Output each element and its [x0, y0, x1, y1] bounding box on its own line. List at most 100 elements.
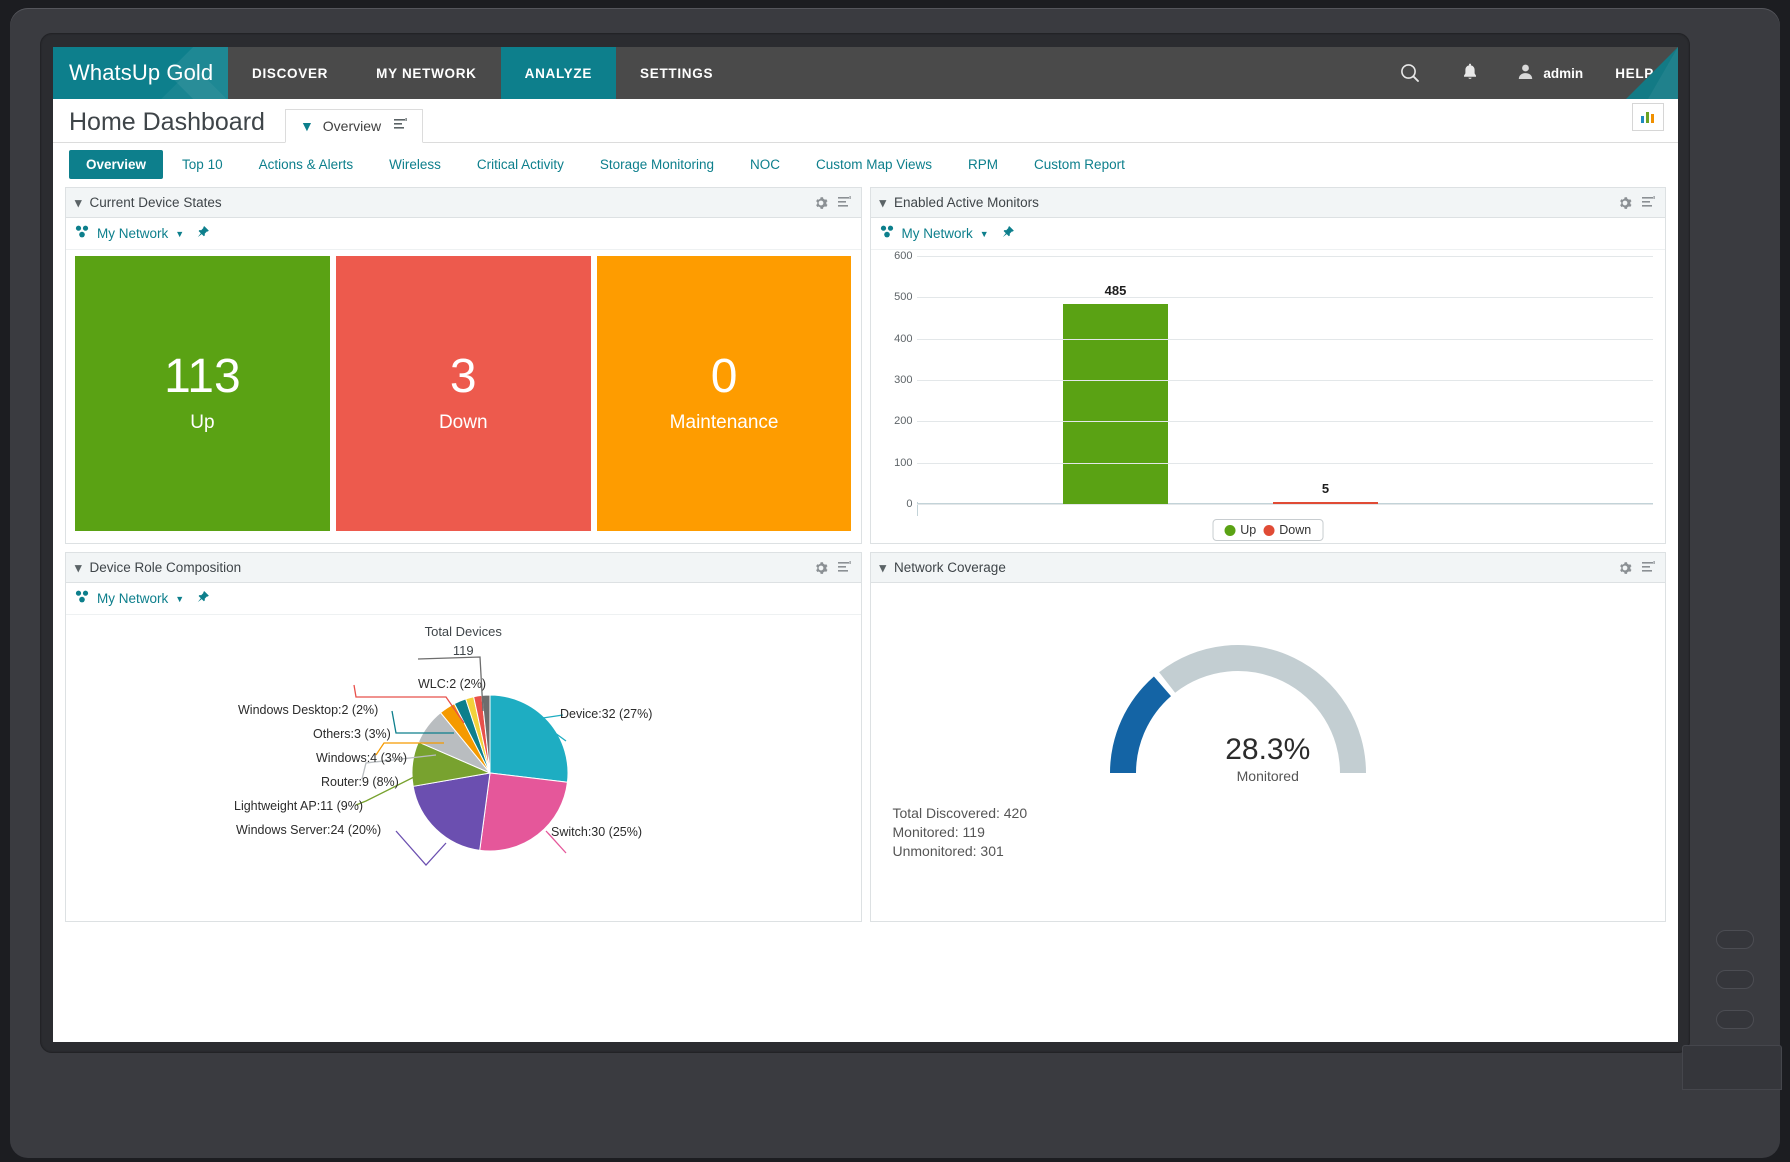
pin-icon[interactable] — [195, 590, 209, 607]
tile-up[interactable]: 113 Up — [75, 256, 330, 531]
scope-selector-active-monitors[interactable]: My Network ▼ — [870, 218, 1665, 250]
chevron-down-icon[interactable]: ▼ — [175, 229, 184, 239]
subtab-overview[interactable]: Overview — [69, 149, 164, 179]
gridline-100 — [916, 462, 1653, 464]
subtab-rpm[interactable]: RPM — [951, 150, 1015, 179]
legend-label-down: Down — [1279, 523, 1312, 537]
collapse-chevron-icon[interactable]: ▾ — [75, 195, 82, 211]
subtab-custom-report[interactable]: Custom Report — [1017, 150, 1142, 179]
page-title: Home Dashboard — [69, 108, 265, 136]
panel-header: ▾ Network Coverage — [870, 553, 1665, 583]
pie-label-router: Router:9 (8%) — [321, 775, 399, 789]
gear-icon[interactable] — [1618, 196, 1632, 210]
nav-item-settings[interactable]: SETTINGS — [616, 47, 737, 99]
nav-item-my-network[interactable]: MY NETWORK — [352, 47, 501, 99]
tile-maintenance[interactable]: 0 Maintenance — [596, 256, 852, 531]
panel-menu-icon[interactable] — [1642, 561, 1656, 574]
panel-header: ▾ Device Role Composition — [66, 553, 861, 583]
gridline-400 — [916, 338, 1653, 340]
tab-menu-icon[interactable] — [394, 118, 408, 134]
bell-icon[interactable] — [1441, 47, 1499, 99]
device-state-tiles: 113 Up 3 Down 0 Maintenance — [66, 250, 861, 543]
pin-icon[interactable] — [1000, 225, 1014, 242]
scope-selector-device-states[interactable]: My Network ▼ — [66, 218, 861, 250]
stat-total-discovered: Total Discovered: 420 — [892, 805, 1028, 822]
bar-up-value-label: 485 — [1104, 282, 1127, 298]
gridline-500 — [916, 297, 1653, 299]
dashboard-title-row: Home Dashboard ▼ Overview — [53, 99, 1678, 143]
panel-device-role-composition: ▾ Device Role Composition My Network ▼ T… — [65, 552, 862, 922]
dashboard-grid: ▾ Current Device States My Network ▼ 113… — [53, 185, 1678, 922]
gear-icon[interactable] — [1618, 561, 1632, 575]
panel-enabled-active-monitors: ▾ Enabled Active Monitors My Network ▼ 4… — [869, 187, 1666, 544]
subtab-wireless[interactable]: Wireless — [372, 150, 458, 179]
subtab-critical-activity[interactable]: Critical Activity — [460, 150, 581, 179]
collapse-chevron-icon[interactable]: ▾ — [75, 560, 82, 576]
pin-icon[interactable] — [195, 225, 209, 242]
pie-label-lightweight-ap: Lightweight AP:11 (9%) — [234, 799, 364, 813]
bar-down-value-label: 5 — [1321, 480, 1330, 496]
legend-item-down[interactable]: Down — [1263, 523, 1311, 537]
stat-monitored: Monitored: 119 — [892, 824, 985, 841]
panel-current-device-states: ▾ Current Device States My Network ▼ 113… — [65, 187, 862, 544]
panel-title: Enabled Active Monitors — [894, 195, 1039, 210]
subtab-custom-map-views[interactable]: Custom Map Views — [799, 150, 949, 179]
panel-menu-icon[interactable] — [1642, 196, 1656, 209]
y-axis-tick-600: 600 — [894, 250, 913, 262]
user-menu[interactable]: admin — [1499, 47, 1601, 99]
legend-dot-down — [1263, 524, 1275, 536]
y-axis-tick-0: 0 — [906, 498, 913, 510]
panel-title: Current Device States — [89, 195, 222, 210]
chevron-down-icon[interactable]: ▼ — [980, 229, 989, 239]
pie-leader-line — [395, 830, 447, 866]
bar-chart-legend: Up Down — [1212, 519, 1324, 541]
tile-down[interactable]: 3 Down — [335, 256, 591, 531]
top-navigation-bar: WhatsUp Gold DISCOVER MY NETWORK ANALYZE… — [53, 47, 1678, 99]
monitor-button-1[interactable] — [1716, 930, 1754, 949]
dashboard-tab-overview[interactable]: ▼ Overview — [284, 109, 424, 143]
stat-unmonitored: Unmonitored: 301 — [892, 843, 1004, 860]
app-brand[interactable]: WhatsUp Gold — [53, 47, 228, 99]
network-icon — [75, 590, 90, 608]
gridline-300 — [916, 380, 1653, 381]
subtab-storage-monitoring[interactable]: Storage Monitoring — [583, 150, 731, 179]
subtab-top-10[interactable]: Top 10 — [165, 150, 240, 179]
chart-view-button[interactable] — [1632, 103, 1664, 131]
pie-slice-device[interactable] — [489, 694, 569, 783]
tile-down-value: 3 — [449, 350, 477, 403]
search-icon[interactable] — [1379, 47, 1441, 99]
chevron-down-icon[interactable]: ▼ — [175, 594, 184, 604]
tile-maintenance-value: 0 — [710, 350, 738, 403]
scope-label[interactable]: My Network — [97, 591, 168, 606]
gear-icon[interactable] — [814, 196, 828, 210]
collapse-chevron-icon[interactable]: ▾ — [880, 560, 887, 576]
nav-item-discover[interactable]: DISCOVER — [228, 47, 352, 99]
bar-up[interactable] — [1062, 303, 1168, 504]
chart-enabled-active-monitors: 485 5 0 100 200 300 400 500 600 Up Down — [871, 250, 1666, 543]
subtab-noc[interactable]: NOC — [733, 150, 797, 179]
gridline-200 — [916, 421, 1653, 423]
pie-svg — [353, 656, 569, 866]
nav-item-analyze[interactable]: ANALYZE — [500, 47, 617, 99]
dashboard-tab-label: Overview — [322, 118, 382, 134]
y-axis-tick-500: 500 — [894, 291, 913, 304]
panel-menu-icon[interactable] — [837, 561, 852, 574]
monitor-frame: WhatsUp Gold DISCOVER MY NETWORK ANALYZE… — [0, 0, 1790, 1162]
chevron-down-icon: ▼ — [299, 118, 314, 134]
panel-menu-icon[interactable] — [837, 196, 852, 209]
panel-network-coverage: ▾ Network Coverage 28.3% Monitored Total… — [869, 552, 1666, 922]
legend-item-up[interactable]: Up — [1224, 523, 1256, 537]
scope-label[interactable]: My Network — [902, 226, 973, 241]
pie-label-wlc: WLC:2 (2%) — [418, 677, 487, 691]
monitor-button-3[interactable] — [1716, 1010, 1754, 1029]
panel-header: ▾ Enabled Active Monitors — [870, 188, 1665, 218]
subtab-actions-alerts[interactable]: Actions & Alerts — [242, 150, 371, 179]
monitor-button-2[interactable] — [1716, 970, 1754, 989]
legend-dot-up — [1224, 524, 1236, 536]
gear-icon[interactable] — [814, 561, 828, 575]
panel-title: Device Role Composition — [89, 560, 242, 575]
scope-label[interactable]: My Network — [97, 226, 168, 241]
chart-network-coverage: 28.3% Monitored Total Discovered: 420 Mo… — [871, 583, 1666, 889]
collapse-chevron-icon[interactable]: ▾ — [880, 195, 887, 211]
scope-selector-device-roles[interactable]: My Network ▼ — [66, 583, 861, 615]
